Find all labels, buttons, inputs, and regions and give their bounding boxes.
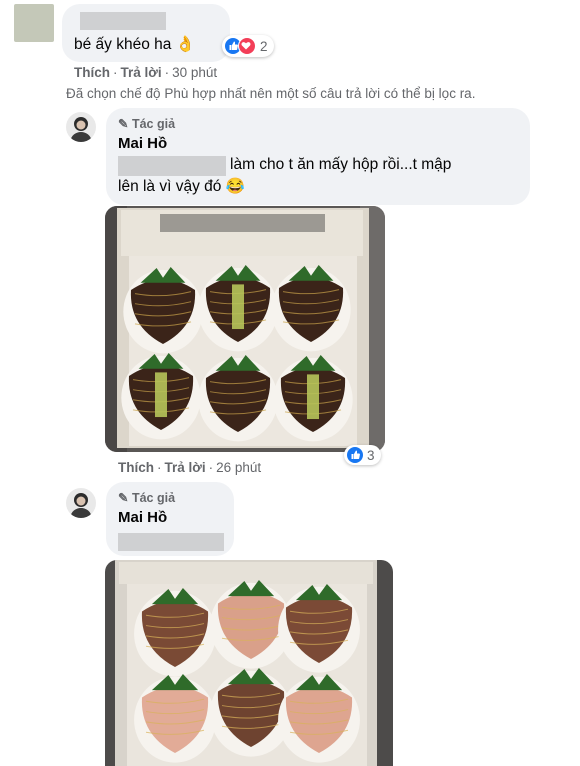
reaction-summary[interactable]: 2 bbox=[222, 35, 274, 57]
comment-time[interactable]: 30 phút bbox=[172, 65, 217, 80]
reply-bubble: ✎ Tác giả Mai Hồ bbox=[106, 482, 234, 556]
love-reaction-icon bbox=[238, 37, 256, 55]
reply-author-name[interactable]: Mai Hồ bbox=[118, 509, 167, 526]
author-badge: ✎ Tác giả bbox=[118, 491, 176, 505]
reply-photo[interactable] bbox=[105, 560, 393, 766]
reaction-summary-2[interactable]: 3 bbox=[344, 445, 381, 465]
like-link[interactable]: Thích bbox=[118, 460, 154, 475]
reply-bubble: ✎ Tác giả Mai Hồ làm cho t ăn mấy hộp rồ… bbox=[106, 108, 530, 205]
reply-link[interactable]: Trả lời bbox=[165, 460, 206, 475]
commenter-name-redacted[interactable] bbox=[80, 12, 166, 30]
pencil-icon: ✎ bbox=[118, 491, 129, 505]
comment-text: bé ấy khéo ha 👌 bbox=[74, 36, 196, 53]
ok-hand-emoji: 👌 bbox=[175, 36, 196, 53]
author-avatar[interactable] bbox=[66, 488, 96, 518]
reaction-count: 3 bbox=[367, 447, 375, 463]
comment-actions: Thích · Trả lời · 30 phút bbox=[74, 65, 218, 80]
tagged-name-redacted[interactable] bbox=[118, 156, 226, 176]
reply-actions: Thích · Trả lời · 26 phút bbox=[118, 460, 262, 475]
pencil-icon: ✎ bbox=[118, 117, 129, 131]
reaction-count: 2 bbox=[260, 38, 268, 54]
filter-notice: Đã chọn chế độ Phù hợp nhất nên một số c… bbox=[66, 86, 476, 101]
laughing-emoji: 😂 bbox=[225, 178, 246, 195]
comment-bubble: bé ấy khéo ha 👌 bbox=[62, 4, 230, 62]
author-badge: ✎ Tác giả bbox=[118, 117, 176, 131]
like-reaction-icon bbox=[347, 447, 363, 463]
reply-time[interactable]: 26 phút bbox=[216, 460, 261, 475]
reply-author-name[interactable]: Mai Hồ bbox=[118, 135, 167, 152]
like-link[interactable]: Thích bbox=[74, 65, 110, 80]
reply-text-line2: lên là vì vậy đó 😂 bbox=[118, 178, 246, 195]
author-avatar[interactable] bbox=[66, 112, 96, 142]
reply-link[interactable]: Trả lời bbox=[121, 65, 162, 80]
reply-text-line1: làm cho t ăn mấy hộp rồi...t mập bbox=[230, 156, 452, 173]
commenter-avatar[interactable] bbox=[14, 4, 54, 42]
tagged-name-redacted[interactable] bbox=[118, 533, 224, 551]
reply-photo[interactable] bbox=[105, 206, 385, 452]
